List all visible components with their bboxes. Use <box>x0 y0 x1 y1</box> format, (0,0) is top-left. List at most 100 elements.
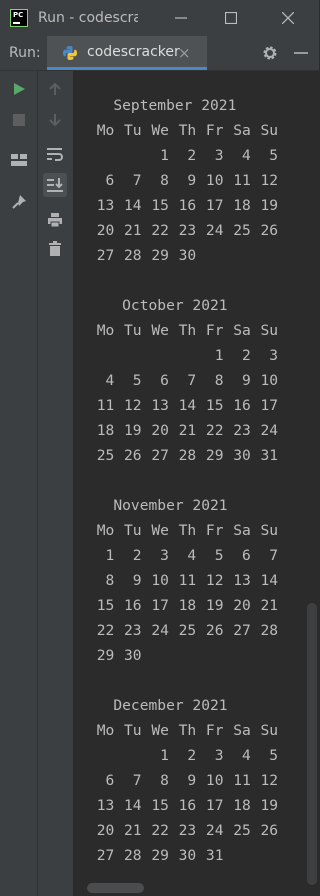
week-row: 20 21 22 23 24 25 26 <box>87 818 307 843</box>
week-row: 6 7 8 9 10 11 12 <box>87 168 307 193</box>
week-row: 8 9 10 11 12 13 14 <box>87 568 307 593</box>
month-title: December 2021 <box>87 697 228 714</box>
run-label: Run: <box>9 45 41 61</box>
day-cell <box>114 343 141 368</box>
calendar-month: October 2021 Mo Tu We Th Fr Sa Su 1 2 3 4 5 6 7 8 9 10 11 1… <box>87 293 307 468</box>
month-title: November 2021 <box>87 497 228 514</box>
day-cell: 16 <box>233 397 251 414</box>
day-cell: 5 <box>269 147 279 164</box>
day-cell: 4 <box>105 372 115 389</box>
day-cell: 23 <box>233 422 251 439</box>
calendar-month: September 2021 Mo Tu We Th Fr Sa Su 1 2 3 4 5 6 7 8 9 10 1… <box>87 93 307 268</box>
pin-button[interactable] <box>7 190 31 214</box>
day-cell: 8 <box>105 572 115 589</box>
gear-icon[interactable] <box>262 45 278 61</box>
layout-icon <box>11 154 27 166</box>
console-output[interactable]: September 2021 Mo Tu We Th Fr Sa Su 1 2 3 4 5 6 7 8 9 10 1… <box>73 71 319 896</box>
left-toolbar <box>0 71 37 896</box>
maximize-icon <box>225 12 237 24</box>
day-cell: 10 <box>205 172 224 189</box>
day-cell: 24 <box>205 222 224 239</box>
weekday-label: Su <box>260 722 279 739</box>
clear-all-button[interactable] <box>43 237 67 261</box>
window-title: Run - codescrac <box>38 10 138 26</box>
day-cell: 1 <box>160 747 169 764</box>
day-cell: 27 <box>96 847 115 864</box>
day-cell: 9 <box>187 772 197 789</box>
weekday-label: Fr <box>205 522 224 539</box>
day-cell: 5 <box>132 372 142 389</box>
day-cell <box>169 643 196 668</box>
previous-occurrence-button[interactable] <box>43 77 67 101</box>
day-cell: 10 <box>205 772 224 789</box>
weekday-label: Tu <box>124 122 142 139</box>
weekday-label: Mo <box>96 722 115 739</box>
day-cell: 2 <box>241 347 251 364</box>
day-cell <box>114 143 141 168</box>
day-cell: 7 <box>132 172 142 189</box>
weekday-label: Fr <box>205 722 224 739</box>
run-button[interactable] <box>7 77 31 101</box>
day-cell: 2 <box>187 147 197 164</box>
soft-wrap-button[interactable] <box>43 142 67 166</box>
day-cell: 23 <box>124 622 142 639</box>
day-cell <box>251 243 278 268</box>
day-cell: 16 <box>178 197 197 214</box>
vertical-scrollbar[interactable] <box>307 603 317 885</box>
layout-button[interactable] <box>7 148 31 172</box>
day-cell: 24 <box>205 822 224 839</box>
weekday-label: Fr <box>205 122 224 139</box>
trash-icon <box>49 241 61 256</box>
python-icon <box>63 46 77 60</box>
day-cell: 11 <box>178 572 197 589</box>
day-cell: 14 <box>260 572 279 589</box>
day-cell: 4 <box>241 747 251 764</box>
day-cell: 27 <box>233 622 251 639</box>
day-cell: 28 <box>124 847 142 864</box>
day-cell: 7 <box>269 547 279 564</box>
day-cell: 30 <box>178 247 197 264</box>
day-cell: 20 <box>233 597 251 614</box>
day-cell: 15 <box>151 797 169 814</box>
weekday-label: Tu <box>124 322 142 339</box>
print-button[interactable] <box>43 208 67 232</box>
hide-panel-icon[interactable] <box>294 52 308 54</box>
day-cell <box>87 143 114 168</box>
scroll-to-end-button[interactable] <box>43 173 67 197</box>
day-cell: 3 <box>214 147 224 164</box>
maximize-button[interactable] <box>208 0 254 36</box>
next-occurrence-button[interactable] <box>43 108 67 132</box>
day-cell: 19 <box>260 797 279 814</box>
tab-close-icon[interactable]: × <box>178 44 191 62</box>
print-icon <box>48 213 62 228</box>
calendar-month: November 2021 Mo Tu We Th Fr Sa Su 1 2 3 4 5 6 7 8 9 10 11… <box>87 493 307 668</box>
horizontal-scrollbar[interactable] <box>87 883 144 893</box>
weekday-label: Th <box>178 522 197 539</box>
day-cell: 21 <box>260 597 279 614</box>
day-cell: 5 <box>269 747 279 764</box>
day-cell: 15 <box>151 197 169 214</box>
close-window-button[interactable] <box>265 0 311 36</box>
day-cell: 18 <box>233 797 251 814</box>
week-row: 11 12 13 14 15 16 17 <box>87 393 307 418</box>
day-cell: 30 <box>124 647 142 664</box>
day-cell: 10 <box>260 372 279 389</box>
day-cell: 28 <box>124 247 142 264</box>
day-cell: 11 <box>233 772 251 789</box>
day-cell: 5 <box>214 547 224 564</box>
day-cell <box>196 643 223 668</box>
week-row: 27 28 29 30 31 <box>87 843 307 868</box>
console-toolbar <box>37 71 73 896</box>
day-cell: 25 <box>96 447 115 464</box>
stop-button[interactable] <box>7 108 31 132</box>
week-row: 6 7 8 9 10 11 12 <box>87 768 307 793</box>
week-row: 25 26 27 28 29 30 31 <box>87 443 307 468</box>
day-cell <box>223 643 250 668</box>
up-arrow-icon <box>49 82 61 95</box>
weekday-label: Mo <box>96 122 115 139</box>
day-cell: 16 <box>124 597 142 614</box>
day-cell <box>196 243 223 268</box>
minimize-button[interactable] <box>158 0 204 36</box>
day-cell: 20 <box>96 822 115 839</box>
day-cell <box>87 343 114 368</box>
